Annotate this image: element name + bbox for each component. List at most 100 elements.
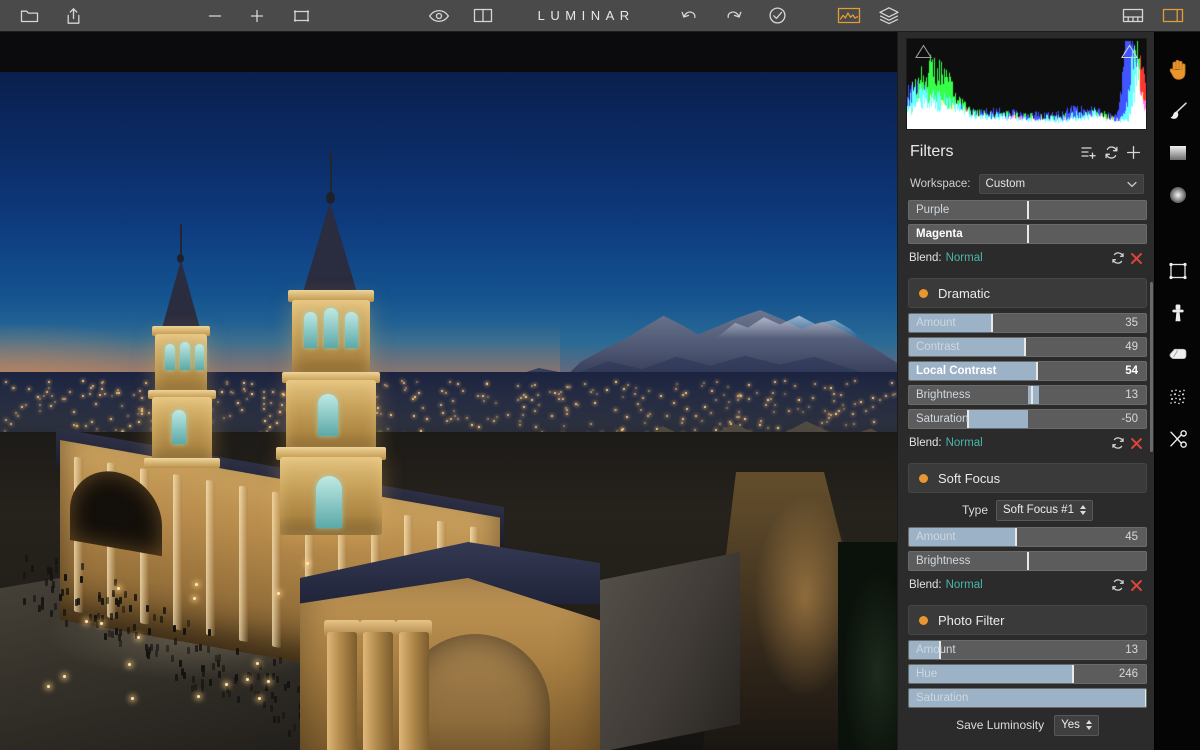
slider-label: Amount [916, 531, 956, 543]
slider-value: 49 [1125, 341, 1138, 353]
histogram-section [898, 32, 1154, 134]
slider-saturation[interactable]: Saturation -50 [908, 409, 1147, 429]
filter-name: Dramatic [938, 285, 991, 301]
slider-saturation[interactable]: Saturation [908, 688, 1147, 708]
slider-label: Hue [916, 668, 938, 680]
histogram-toggle-icon[interactable] [832, 0, 866, 32]
filter-body-dramatic: Amount 35 Contrast 49 Local Contrast 54 Bright… [898, 308, 1154, 458]
file-tools-group [12, 0, 90, 32]
save-luminosity-label: Save Luminosity [956, 718, 1045, 732]
side-building-wall [600, 552, 740, 750]
filter-enabled-dot-icon[interactable] [919, 615, 928, 625]
delete-filter-icon [1130, 437, 1142, 449]
blend-label: Blend: [909, 579, 942, 591]
delete-filter-button[interactable] [1127, 576, 1145, 594]
workspace-value: Custom [985, 178, 1026, 190]
slider-hue[interactable]: Hue 246 [908, 664, 1147, 684]
filter-group-photo-filter: Photo Filter Amount 13 Hue 246 Saturation Save… [898, 605, 1154, 740]
add-filter-icon[interactable] [1122, 141, 1144, 163]
sync-filters-icon[interactable] [1100, 141, 1122, 163]
save-luminosity-select[interactable]: Yes [1054, 714, 1099, 736]
blend-mode-value[interactable]: Normal [946, 579, 983, 591]
preview-eye-icon[interactable] [422, 0, 456, 32]
blend-row-soft-focus: Blend: Normal [908, 575, 1147, 595]
reset-filter-button[interactable] [1109, 249, 1127, 267]
delete-filter-button[interactable] [1127, 249, 1145, 267]
app-brand: LUMINAR [537, 8, 635, 23]
slider-label: Brightness [916, 389, 971, 401]
slider-brightness[interactable]: Brightness [908, 551, 1147, 571]
slider-value: 246 [1118, 668, 1138, 680]
history-tools-group [672, 0, 794, 32]
image-canvas[interactable] [0, 32, 897, 750]
type-label: Type [962, 503, 989, 517]
history-check-icon[interactable] [760, 0, 794, 32]
slider-label: Magenta [916, 228, 963, 240]
denoise-tool-icon[interactable] [1158, 376, 1198, 418]
filter-enabled-dot-icon[interactable] [919, 473, 928, 483]
slider-brightness[interactable]: Brightness 13 [908, 385, 1147, 405]
shadow-clipping-indicator[interactable] [915, 44, 932, 59]
brush-tool-icon[interactable] [1158, 90, 1198, 132]
gradient-mask-icon[interactable] [1158, 132, 1198, 174]
reset-filter-button[interactable] [1109, 576, 1127, 594]
slider-contrast[interactable]: Contrast 49 [908, 337, 1147, 357]
reset-filter-icon [1112, 579, 1124, 591]
slider-local-contrast[interactable]: Local Contrast 54 [908, 361, 1147, 381]
filter-header-soft-focus[interactable]: Soft Focus [908, 463, 1147, 493]
slider-value: 45 [1125, 531, 1138, 543]
radial-mask-icon[interactable] [1158, 174, 1198, 216]
filter-enabled-dot-icon[interactable] [919, 288, 928, 298]
add-preset-icon[interactable] [1078, 141, 1100, 163]
redo-icon[interactable] [716, 0, 750, 32]
edited-photograph[interactable] [0, 72, 897, 750]
workspace-select[interactable]: Custom [978, 174, 1144, 194]
highlight-clipping-indicator[interactable] [1121, 44, 1138, 59]
blend-mode-value[interactable]: Normal [946, 437, 983, 449]
slider-amount[interactable]: Amount 45 [908, 527, 1147, 547]
fit-to-frame-icon[interactable] [284, 0, 318, 32]
zoom-out-icon[interactable] [198, 0, 232, 32]
delete-filter-button[interactable] [1127, 434, 1145, 452]
panel-toggle-group [832, 0, 906, 32]
slider-purple[interactable]: Purple [908, 200, 1147, 220]
tool-rail [1154, 32, 1200, 750]
hand-tool-icon[interactable] [1158, 48, 1198, 90]
slider-label: Brightness [916, 555, 971, 567]
erase-tool-icon[interactable] [1158, 334, 1198, 376]
workspace-row: Workspace: Custom [898, 170, 1154, 198]
filter-header-photo-filter[interactable]: Photo Filter [908, 605, 1147, 635]
delete-filter-icon [1130, 252, 1142, 264]
reset-filter-icon [1112, 252, 1124, 264]
stepper-arrows-icon [1079, 505, 1086, 515]
layers-toggle-icon[interactable] [872, 0, 906, 32]
clone-stamp-icon[interactable] [1158, 292, 1198, 334]
cut-tool-icon[interactable] [1158, 418, 1198, 460]
filmstrip-toggle-icon[interactable] [1116, 0, 1150, 32]
slider-magenta[interactable]: Magenta [908, 224, 1147, 244]
slider-amount[interactable]: Amount 13 [908, 640, 1147, 660]
right-panel-toggle-icon[interactable] [1156, 0, 1190, 32]
reset-filter-button[interactable] [1109, 434, 1127, 452]
compare-split-icon[interactable] [466, 0, 500, 32]
zoom-in-icon[interactable] [240, 0, 274, 32]
filter-body-photo-filter: Amount 13 Hue 246 Saturation Save Luminosity Y… [898, 635, 1154, 740]
rgb-histogram[interactable] [906, 38, 1147, 130]
filters-scrollbar[interactable] [1150, 282, 1153, 452]
undo-icon[interactable] [672, 0, 706, 32]
slider-value: 35 [1125, 317, 1138, 329]
zoom-tools-group [198, 0, 318, 32]
share-icon[interactable] [56, 0, 90, 32]
filters-list[interactable]: Purple Magenta Blend: Normal Dramatic Amount 3… [898, 200, 1154, 750]
crop-tool-icon[interactable] [1158, 250, 1198, 292]
type-value: Soft Focus #1 [1003, 504, 1074, 516]
open-folder-icon[interactable] [12, 0, 46, 32]
slider-value: 54 [1125, 365, 1138, 377]
slider-amount[interactable]: Amount 35 [908, 313, 1147, 333]
blend-row-dramatic: Blend: Normal [908, 433, 1147, 453]
slider-label: Saturation [916, 413, 969, 425]
workspace-label: Workspace: [910, 178, 971, 190]
blend-mode-value[interactable]: Normal [946, 252, 983, 264]
type-select[interactable]: Soft Focus #1 [996, 499, 1093, 521]
filter-header-dramatic[interactable]: Dramatic [908, 278, 1147, 308]
